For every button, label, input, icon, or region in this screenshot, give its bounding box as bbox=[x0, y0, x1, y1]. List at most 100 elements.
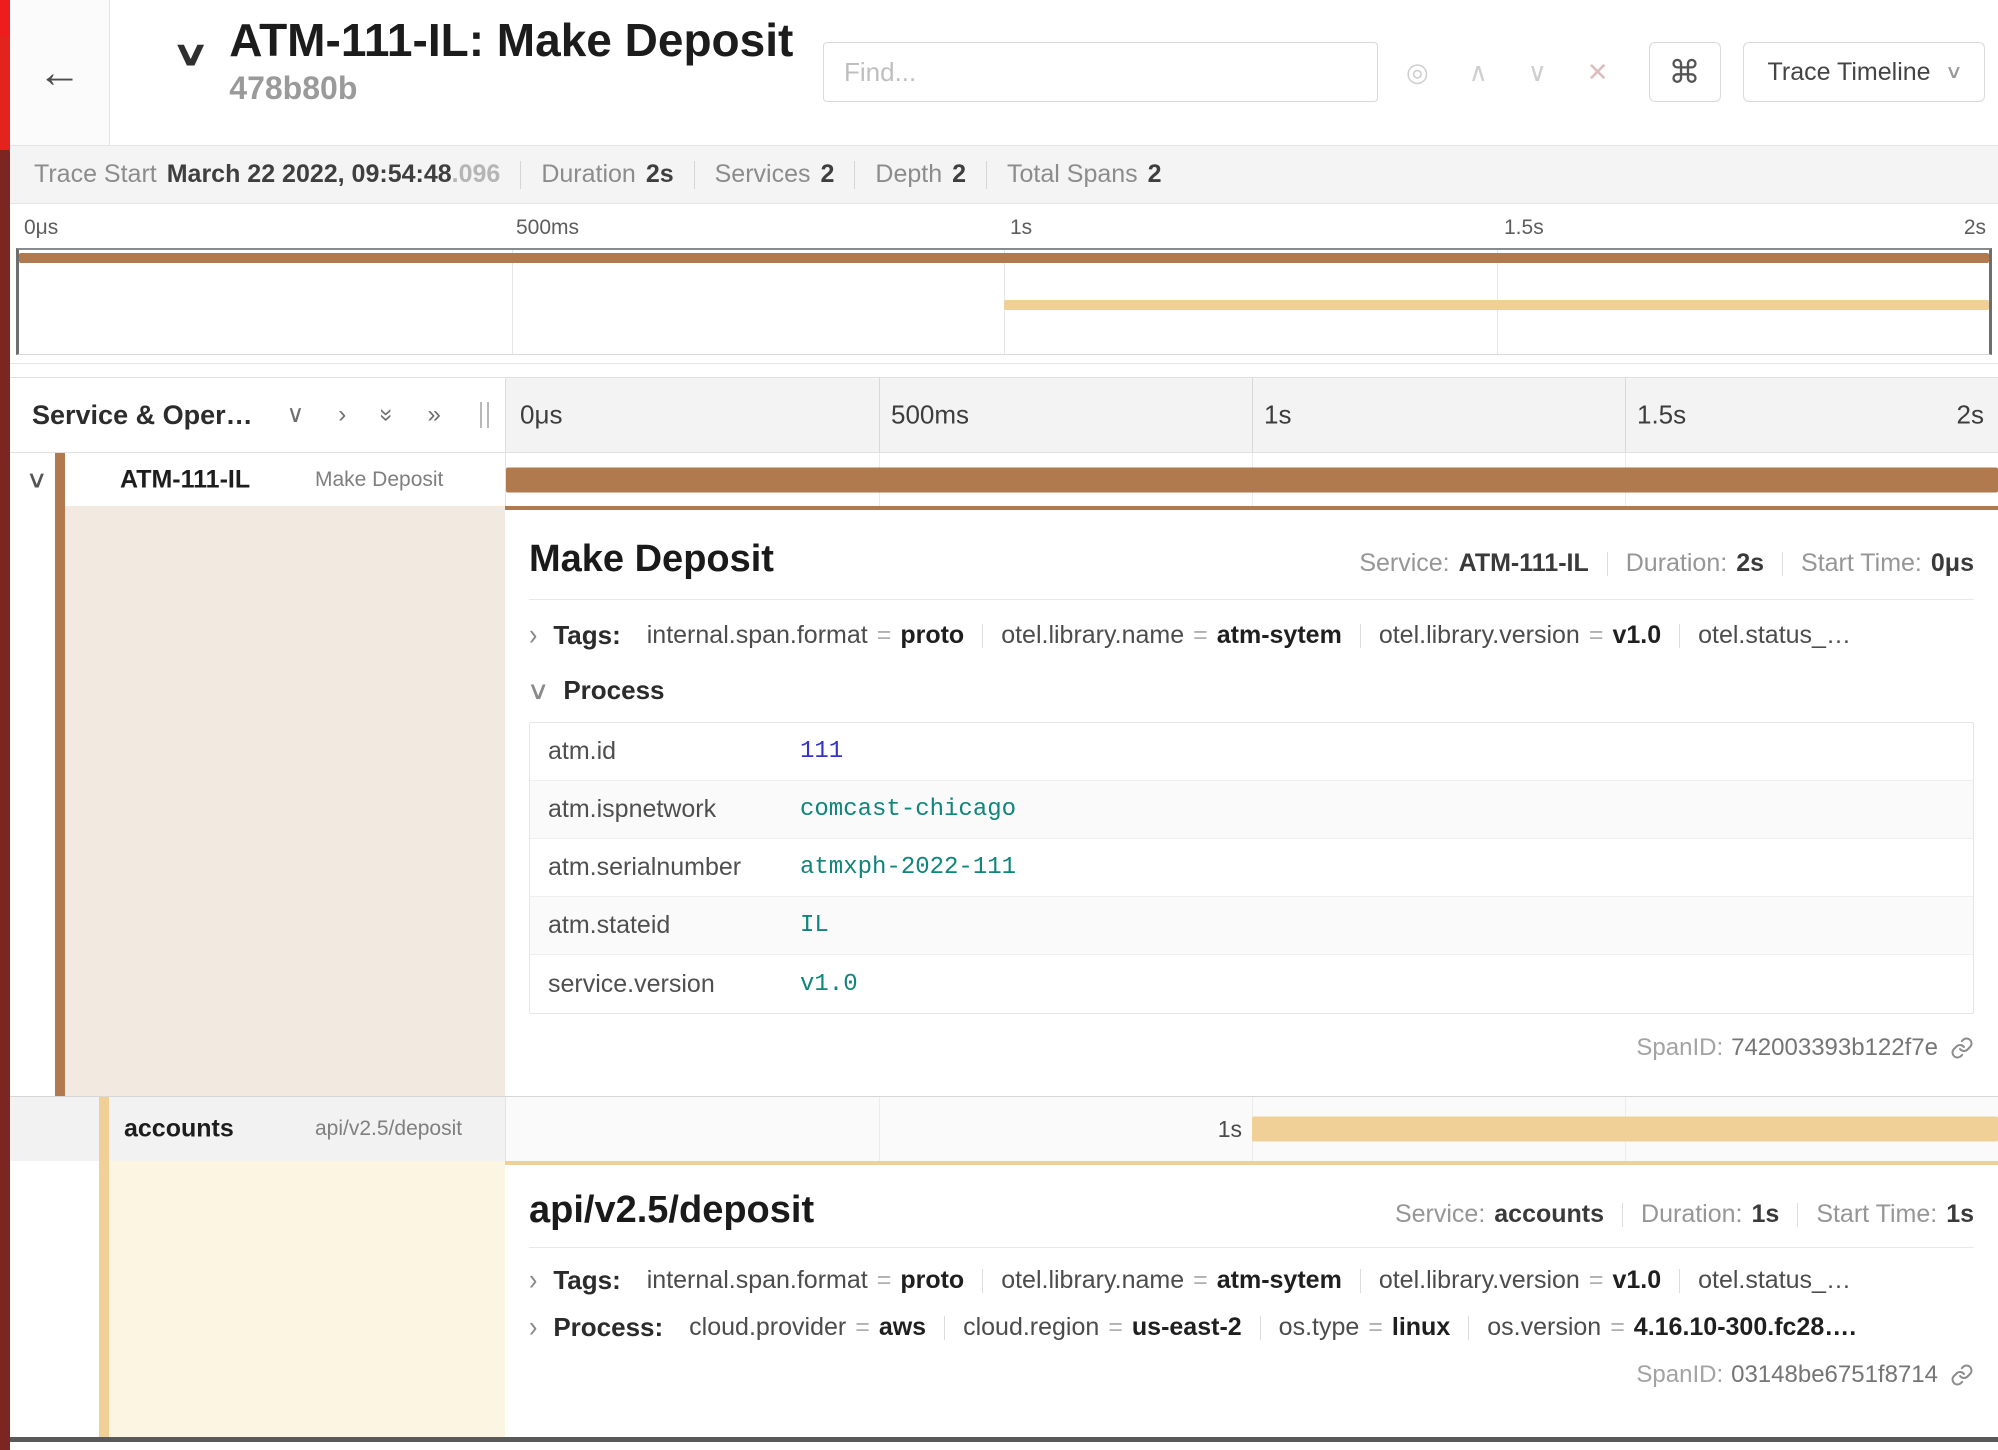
tags-row[interactable]: › Tags: internal.span.format = proto ote… bbox=[529, 620, 1974, 651]
process-key: atm.id bbox=[548, 737, 800, 766]
tag-item: otel.status_… bbox=[1698, 621, 1851, 650]
span-detail-meta: Service: ATM-111-IL Duration: 2s Start T… bbox=[1359, 549, 1974, 578]
span-operation-name: api/v2.5/deposit bbox=[315, 1117, 462, 1141]
span-name-cell[interactable]: ∨ ATM-111-IL Make Deposit bbox=[10, 453, 505, 506]
span-duration-label: 1s bbox=[1218, 1116, 1242, 1143]
tag-key: otel.library.name bbox=[1001, 1266, 1184, 1295]
chevron-down-icon[interactable]: ∨ bbox=[527, 676, 550, 706]
axis-tick: 1.5s bbox=[1637, 400, 1686, 431]
process-eq: = bbox=[1108, 1313, 1123, 1342]
collapse-one-icon[interactable]: › bbox=[338, 403, 346, 427]
minimap-tick: 500ms bbox=[516, 216, 579, 240]
table-row: atm.serialnumber atmxph-2022-111 bbox=[530, 839, 1973, 897]
back-button[interactable]: ← bbox=[10, 0, 110, 145]
tags-row[interactable]: › Tags: internal.span.format = proto ote… bbox=[529, 1265, 1974, 1296]
copy-link-icon[interactable] bbox=[1950, 1363, 1974, 1387]
minimap-tick: 0μs bbox=[24, 216, 58, 240]
service-color-strip bbox=[99, 1161, 109, 1437]
span-detail-title: api/v2.5/deposit bbox=[529, 1189, 814, 1232]
divider bbox=[1260, 1316, 1261, 1340]
span-name-cell[interactable]: accounts api/v2.5/deposit bbox=[10, 1097, 505, 1161]
span-id-row: SpanID: 03148be6751f8714 bbox=[529, 1361, 1974, 1389]
span-row-accounts[interactable]: accounts api/v2.5/deposit 1s bbox=[10, 1097, 1998, 1161]
tag-item: otel.library.name = atm-sytem bbox=[1001, 621, 1342, 650]
service-tint bbox=[99, 1161, 505, 1437]
next-match-icon[interactable]: ∨ bbox=[1528, 57, 1547, 88]
duration-value: 1s bbox=[1752, 1200, 1780, 1229]
divider bbox=[529, 1247, 1974, 1248]
chevron-right-icon[interactable]: › bbox=[529, 620, 537, 651]
process-row[interactable]: › Process: cloud.provider = aws cloud.re… bbox=[529, 1312, 1974, 1343]
trace-id: 478b80b bbox=[229, 70, 793, 107]
chevron-down-icon: ∨ bbox=[1944, 61, 1962, 84]
process-table: atm.id 111 atm.ispnetwork comcast-chicag… bbox=[529, 722, 1974, 1014]
divider bbox=[1360, 624, 1361, 648]
divider bbox=[1622, 1203, 1623, 1227]
timeline-column-header: Service & Oper… ∨ › » » 0μs 500ms 1s 1.5… bbox=[10, 377, 1998, 453]
duration-value: 2s bbox=[646, 160, 674, 189]
search-input[interactable] bbox=[823, 42, 1378, 102]
timeline-axis: 0μs 500ms 1s 1.5s 2s bbox=[505, 378, 1998, 452]
process-label: Process bbox=[563, 675, 664, 706]
chevron-right-icon[interactable]: › bbox=[529, 1265, 537, 1296]
prev-match-icon[interactable]: ∧ bbox=[1469, 57, 1488, 88]
divider bbox=[982, 624, 983, 648]
span-row-atm[interactable]: ∨ ATM-111-IL Make Deposit bbox=[10, 453, 1998, 506]
column-resize-handle[interactable] bbox=[480, 402, 489, 428]
span-duration-bar[interactable]: 1s bbox=[1252, 1117, 1998, 1142]
minimap-span-bar bbox=[1004, 300, 1989, 310]
minimap-span-bar bbox=[19, 253, 1989, 263]
trace-view-dropdown[interactable]: Trace Timeline ∨ bbox=[1743, 42, 1986, 102]
process-value: 4.16.10-300.fc28…. bbox=[1634, 1313, 1856, 1342]
span-operation-name: Make Deposit bbox=[315, 468, 443, 492]
sort-chevron-down-icon[interactable]: ∨ bbox=[287, 403, 305, 427]
tag-key: otel.library.name bbox=[1001, 621, 1184, 650]
tag-item: otel.library.version = v1.0 bbox=[1379, 1266, 1661, 1295]
span-detail-indent bbox=[10, 1161, 505, 1437]
span-detail-indent bbox=[10, 506, 505, 1096]
span-id-row: SpanID: 742003393b122f7e bbox=[529, 1034, 1974, 1062]
collapse-all-icon[interactable]: » bbox=[428, 403, 441, 427]
span-id-value: 03148be6751f8714 bbox=[1731, 1361, 1938, 1389]
process-key: os.version bbox=[1487, 1313, 1601, 1342]
tag-value: v1.0 bbox=[1612, 1266, 1661, 1295]
span-id-label: SpanID: bbox=[1636, 1034, 1723, 1062]
focus-match-icon[interactable]: ◎ bbox=[1406, 57, 1429, 88]
tag-eq: = bbox=[1193, 621, 1208, 650]
tag-value: v1.0 bbox=[1612, 621, 1661, 650]
minimap-canvas[interactable] bbox=[16, 248, 1992, 355]
collapse-trace-icon[interactable]: ∨ bbox=[172, 37, 210, 71]
process-item: cloud.region = us-east-2 bbox=[963, 1313, 1242, 1342]
gridline bbox=[512, 250, 513, 354]
chevron-right-icon[interactable]: › bbox=[529, 1312, 537, 1343]
axis-tick: 2s bbox=[1957, 400, 1984, 431]
process-item: cloud.provider = aws bbox=[689, 1313, 926, 1342]
span-duration-bar[interactable] bbox=[506, 467, 1998, 492]
process-key: service.version bbox=[548, 970, 800, 999]
keyboard-shortcuts-button[interactable]: ⌘ bbox=[1649, 42, 1721, 102]
service-operation-header-label: Service & Oper… bbox=[32, 400, 253, 431]
gridline bbox=[1252, 378, 1253, 452]
minimap-tick: 1.5s bbox=[1504, 216, 1544, 240]
process-value: 111 bbox=[800, 738, 843, 765]
copy-link-icon[interactable] bbox=[1950, 1036, 1974, 1060]
process-item: os.version = 4.16.10-300.fc28…. bbox=[1487, 1313, 1856, 1342]
start-time-value: 1s bbox=[1946, 1200, 1974, 1229]
minimap-tick: 2s bbox=[1964, 216, 1986, 240]
process-value: IL bbox=[800, 912, 829, 939]
command-icon: ⌘ bbox=[1669, 53, 1701, 91]
collapse-span-icon[interactable]: ∨ bbox=[26, 465, 48, 494]
process-section-header[interactable]: ∨ Process bbox=[529, 675, 1974, 706]
process-key: cloud.provider bbox=[689, 1313, 846, 1342]
tag-key: otel.status_… bbox=[1698, 621, 1851, 650]
expand-all-icon[interactable]: » bbox=[375, 408, 399, 421]
clear-search-icon[interactable]: ✕ bbox=[1587, 57, 1609, 88]
process-label: Process: bbox=[553, 1312, 663, 1343]
divider bbox=[982, 1269, 983, 1293]
start-time-label: Start Time: bbox=[1801, 549, 1922, 578]
table-row: atm.id 111 bbox=[530, 723, 1973, 781]
span-timeline-cell[interactable]: 1s bbox=[505, 1097, 1998, 1161]
span-detail-meta: Service: accounts Duration: 1s Start Tim… bbox=[1395, 1200, 1974, 1229]
span-timeline-cell[interactable] bbox=[505, 453, 1998, 506]
span-detail-panel: Make Deposit Service: ATM-111-IL Duratio… bbox=[505, 506, 1998, 1096]
